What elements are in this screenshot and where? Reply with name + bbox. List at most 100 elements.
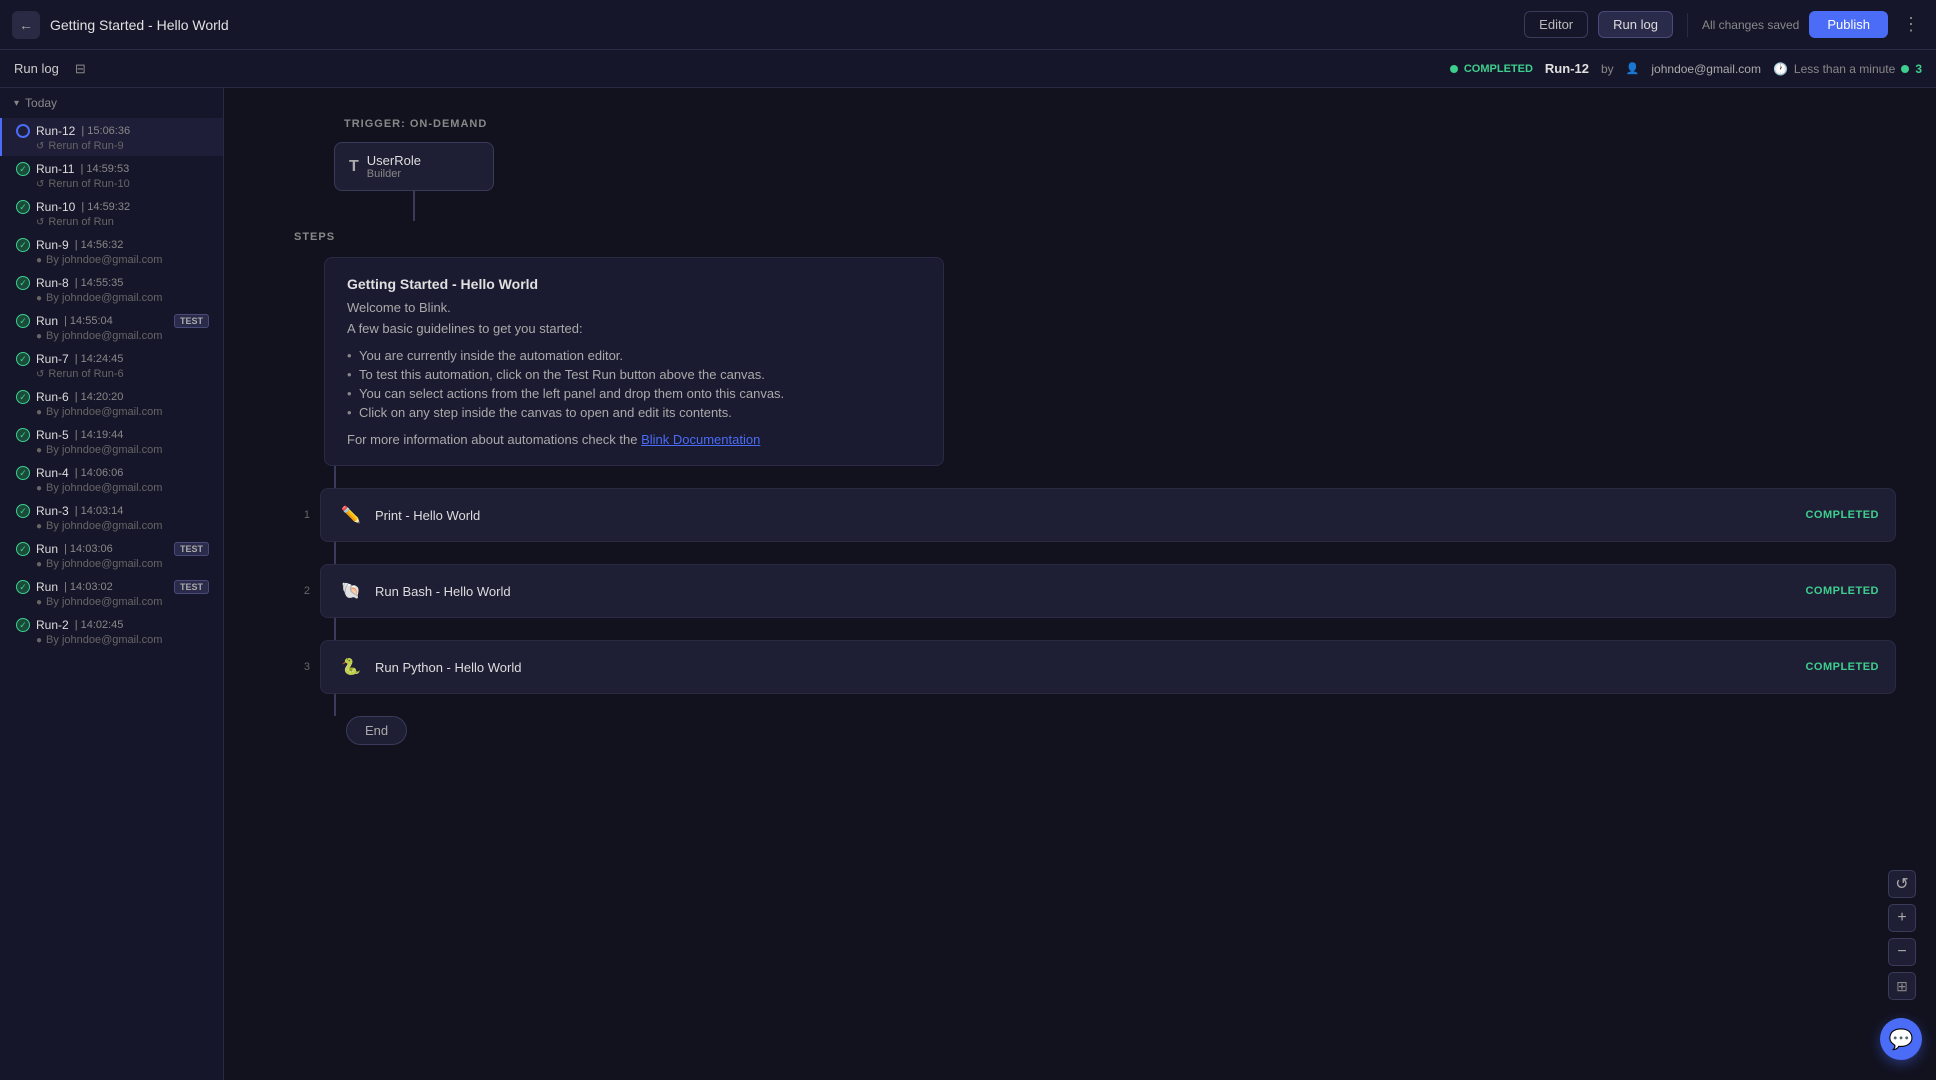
run-time: | 14:06:06 — [75, 467, 124, 479]
editor-button[interactable]: Editor — [1524, 11, 1588, 38]
run-sub-icon: ● — [36, 331, 42, 342]
run-sub-info: ●By johndoe@gmail.com — [16, 558, 209, 570]
run-name: Run — [36, 314, 58, 328]
run-item[interactable]: ✓Run-6 | 14:20:20●By johndoe@gmail.com — [0, 384, 223, 422]
step-icon: 🐚 — [337, 577, 365, 605]
more-menu-button[interactable]: ⋮ — [1898, 14, 1924, 35]
run-name: Run — [36, 580, 58, 594]
run-sub-text: Rerun of Run-6 — [48, 368, 123, 380]
run-sub-text: By johndoe@gmail.com — [46, 254, 162, 266]
clock-icon: 🕐 — [1773, 62, 1788, 76]
step-count: 3 — [1915, 62, 1922, 76]
trigger-node[interactable]: T UserRole Builder — [334, 142, 494, 191]
trigger-info: UserRole Builder — [367, 153, 421, 180]
run-item[interactable]: ✓Run-4 | 14:06:06●By johndoe@gmail.com — [0, 460, 223, 498]
header-actions: Editor Run log All changes saved Publish… — [1524, 11, 1924, 38]
step-status: COMPLETED — [1805, 585, 1879, 597]
blink-doc-link[interactable]: Blink Documentation — [641, 432, 760, 447]
zoom-out-button[interactable]: − — [1888, 938, 1916, 966]
time-info: 🕐 Less than a minute 3 — [1773, 62, 1922, 76]
run-item[interactable]: ✓Run-8 | 14:55:35●By johndoe@gmail.com — [0, 270, 223, 308]
all-changes-saved: All changes saved — [1702, 18, 1799, 32]
trigger-label: TRIGGER: ON-DEMAND — [264, 118, 1896, 130]
info-card-welcome: Welcome to Blink. — [347, 300, 921, 315]
run-time: | 14:55:35 — [75, 277, 124, 289]
run-item[interactable]: ✓Run-10 | 14:59:32↺Rerun of Run — [0, 194, 223, 232]
step-card[interactable]: 🐍Run Python - Hello WorldCOMPLETED — [320, 640, 1896, 694]
status-text: COMPLETED — [1464, 63, 1533, 75]
run-name: Run-12 — [36, 124, 75, 138]
run-sub-info: ●By johndoe@gmail.com — [16, 330, 209, 342]
run-item[interactable]: ✓Run-11 | 14:59:53↺Rerun of Run-10 — [0, 156, 223, 194]
run-sub-icon: ● — [36, 255, 42, 266]
run-item[interactable]: ✓Run-9 | 14:56:32●By johndoe@gmail.com — [0, 232, 223, 270]
test-badge: TEST — [174, 542, 209, 556]
grid-button[interactable]: ⊞ — [1888, 972, 1916, 1000]
run-item[interactable]: ✓Run | 14:55:04TEST●By johndoe@gmail.com — [0, 308, 223, 346]
step-row: 3🐍Run Python - Hello WorldCOMPLETED — [294, 640, 1896, 694]
refresh-button[interactable]: ↺ — [1888, 870, 1916, 898]
step-connector — [294, 542, 1896, 564]
collapse-icon[interactable]: ▾ — [14, 98, 19, 109]
runlog-button[interactable]: Run log — [1598, 11, 1673, 38]
run-sub-icon: ● — [36, 521, 42, 532]
run-status-icon: ✓ — [16, 504, 30, 518]
run-time: | 14:56:32 — [75, 239, 124, 251]
refresh-icon: ↺ — [1895, 874, 1908, 894]
step-icon: 🐍 — [337, 653, 365, 681]
publish-button[interactable]: Publish — [1809, 11, 1888, 38]
top-header: ← Getting Started - Hello World Editor R… — [0, 0, 1936, 50]
test-badge: TEST — [174, 580, 209, 594]
run-name: Run-9 — [36, 238, 69, 252]
run-status-icon: ✓ — [16, 466, 30, 480]
run-sub-icon: ↺ — [36, 179, 44, 190]
run-sub-text: By johndoe@gmail.com — [46, 596, 162, 608]
run-sub-text: By johndoe@gmail.com — [46, 520, 162, 532]
run-sub-text: By johndoe@gmail.com — [46, 482, 162, 494]
run-time: | 14:02:45 — [75, 619, 124, 631]
info-bullet: You can select actions from the left pan… — [347, 384, 921, 403]
run-item[interactable]: ✓Run | 14:03:02TEST●By johndoe@gmail.com — [0, 574, 223, 612]
chat-button[interactable]: 💬 — [1880, 1018, 1922, 1060]
trigger-name: UserRole — [367, 153, 421, 168]
run-sub-icon: ● — [36, 407, 42, 418]
run-item[interactable]: ✓Run-5 | 14:19:44●By johndoe@gmail.com — [0, 422, 223, 460]
run-id: Run-12 — [1545, 61, 1589, 76]
run-sub-icon: ↺ — [36, 369, 44, 380]
section-label: Today — [25, 96, 57, 110]
run-item[interactable]: ✓Run-7 | 14:24:45↺Rerun of Run-6 — [0, 346, 223, 384]
test-badge: TEST — [174, 314, 209, 328]
back-button[interactable]: ← — [12, 11, 40, 39]
chat-icon: 💬 — [1889, 1027, 1914, 1052]
sidebar: ▾ Today Run-12 | 15:06:36↺Rerun of Run-9… — [0, 88, 224, 1080]
run-status-icon: ✓ — [16, 162, 30, 176]
separator — [1687, 13, 1688, 37]
run-item[interactable]: ✓Run-3 | 14:03:14●By johndoe@gmail.com — [0, 498, 223, 536]
run-item[interactable]: ✓Run-2 | 14:02:45●By johndoe@gmail.com — [0, 612, 223, 650]
run-status-icon: ✓ — [16, 618, 30, 632]
info-card[interactable]: Getting Started - Hello World Welcome to… — [324, 257, 944, 466]
user-icon: 👤 — [1626, 62, 1640, 75]
time-text: Less than a minute — [1794, 62, 1895, 76]
run-item[interactable]: ✓Run | 14:03:06TEST●By johndoe@gmail.com — [0, 536, 223, 574]
run-list: Run-12 | 15:06:36↺Rerun of Run-9✓Run-11 … — [0, 118, 223, 650]
step-card[interactable]: 🐚Run Bash - Hello WorldCOMPLETED — [320, 564, 1896, 618]
run-time: | 14:24:45 — [75, 353, 124, 365]
canvas-area: TRIGGER: ON-DEMAND T UserRole Builder ST… — [224, 88, 1936, 1080]
run-item[interactable]: Run-12 | 15:06:36↺Rerun of Run-9 — [0, 118, 223, 156]
zoom-in-button[interactable]: + — [1888, 904, 1916, 932]
run-name: Run-10 — [36, 200, 75, 214]
info-bullets: You are currently inside the automation … — [347, 346, 921, 422]
run-sub-info: ●By johndoe@gmail.com — [16, 292, 209, 304]
step-icon: ✏️ — [337, 501, 365, 529]
info-card-title: Getting Started - Hello World — [347, 276, 921, 292]
run-sub-info: ●By johndoe@gmail.com — [16, 634, 209, 646]
section-header: ▾ Today — [0, 88, 223, 118]
filter-icon[interactable]: ⊟ — [75, 61, 86, 77]
run-name: Run-8 — [36, 276, 69, 290]
step-card[interactable]: ✏️Print - Hello WorldCOMPLETED — [320, 488, 1896, 542]
time-dot — [1901, 65, 1909, 73]
step-number: 2 — [294, 585, 310, 597]
trigger-icon: T — [349, 158, 359, 176]
by-label: by — [1601, 62, 1614, 76]
